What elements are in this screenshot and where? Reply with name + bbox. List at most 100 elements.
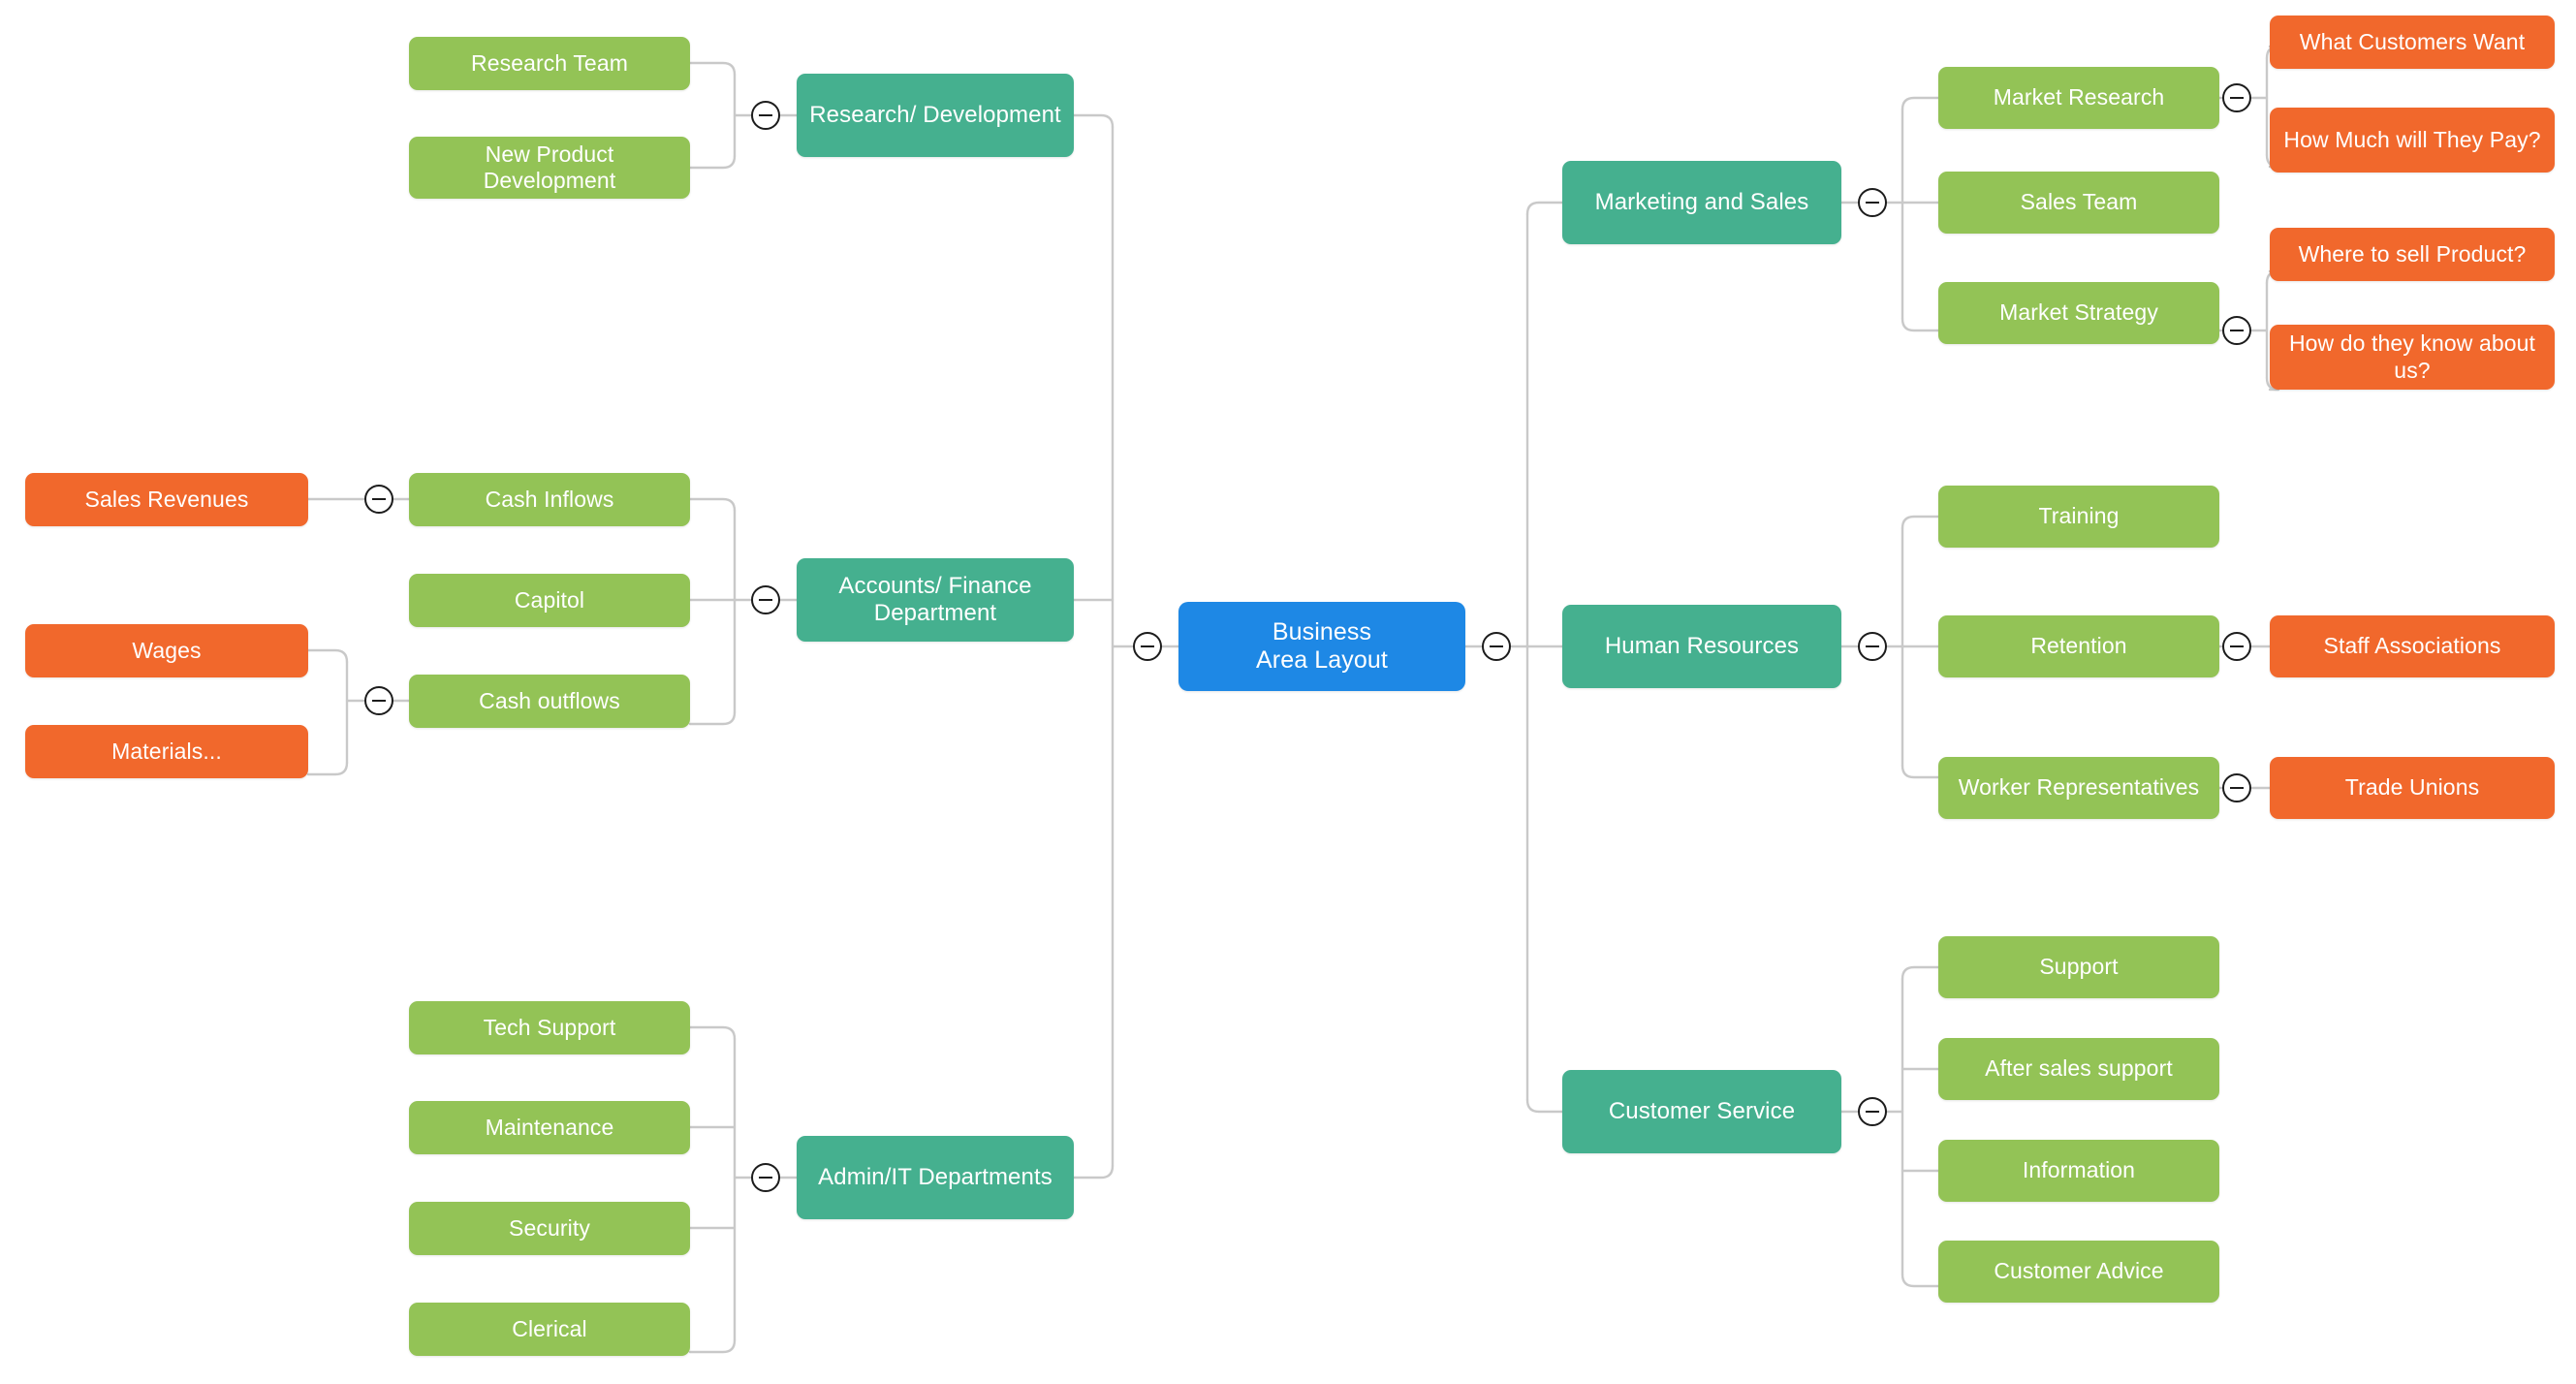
- leaf-node-label: Where to sell Product?: [2298, 240, 2527, 267]
- branch-node-label: Marketing and Sales: [1594, 188, 1809, 215]
- branch-node-label: Accounts/ Finance Department: [838, 572, 1032, 626]
- leaf-node-label: Trade Unions: [2344, 774, 2480, 801]
- sub-node-information[interactable]: Information: [1938, 1140, 2219, 1202]
- sub-node-label: Training: [2038, 503, 2120, 529]
- leaf-node-staff-associations[interactable]: Staff Associations: [2270, 615, 2555, 677]
- wire-spine-to-admin: [1072, 1164, 1115, 1180]
- wire-spine-to-research: [1072, 113, 1115, 129]
- sub-node-tech-support[interactable]: Tech Support: [409, 1001, 690, 1054]
- sub-node-retention[interactable]: Retention: [1938, 615, 2219, 677]
- leaf-node-materials[interactable]: Materials...: [25, 725, 308, 778]
- sub-node-label: After sales support: [1985, 1055, 2173, 1082]
- wire-outflows-to-materials: [306, 761, 349, 776]
- collapse-toggle-market-research[interactable]: [2222, 83, 2251, 112]
- wire-rd-to-new-product: [688, 154, 737, 170]
- wire-cs-to-customer-advice: [1901, 1273, 1940, 1288]
- branch-node-label: Admin/IT Departments: [818, 1163, 1052, 1190]
- collapse-toggle-cash-inflows[interactable]: [364, 485, 393, 514]
- leaf-node-trade-unions[interactable]: Trade Unions: [2270, 757, 2555, 819]
- leaf-node-label: Materials...: [111, 738, 222, 764]
- sub-node-label: Market Research: [1993, 84, 2165, 110]
- sub-node-market-strategy[interactable]: Market Strategy: [1938, 282, 2219, 344]
- wire-admin-to-tech-support: [688, 1025, 737, 1041]
- collapse-toggle-worker-representatives[interactable]: [2222, 773, 2251, 802]
- wire-af-to-cash-inflows: [688, 497, 737, 513]
- sub-node-label: Maintenance: [485, 1114, 614, 1140]
- branch-node-research-development[interactable]: Research/ Development: [797, 74, 1074, 157]
- branch-node-label: Human Resources: [1604, 632, 1800, 659]
- collapse-toggle-marketing-and-sales[interactable]: [1858, 188, 1887, 217]
- collapse-toggle-root-right[interactable]: [1482, 632, 1511, 661]
- sub-node-customer-advice[interactable]: Customer Advice: [1938, 1241, 2219, 1303]
- sub-node-label: Sales Team: [2020, 189, 2138, 215]
- sub-node-support[interactable]: Support: [1938, 936, 2219, 998]
- collapse-toggle-cash-outflows[interactable]: [364, 686, 393, 715]
- wire-cs-to-support: [1901, 965, 1940, 981]
- sub-node-after-sales-support[interactable]: After sales support: [1938, 1038, 2219, 1100]
- wire-ms-to-market-research: [1901, 96, 1940, 111]
- wire-rd-to-research-team: [688, 61, 737, 77]
- leaf-node-label: How do they know about us?: [2288, 330, 2536, 383]
- sub-node-label: Customer Advice: [1994, 1258, 2164, 1284]
- sub-node-label: Information: [2022, 1157, 2136, 1183]
- collapse-toggle-admin-it[interactable]: [751, 1163, 780, 1192]
- leaf-node-how-do-they-know-about-us[interactable]: How do they know about us?: [2270, 325, 2555, 390]
- branch-node-customer-service[interactable]: Customer Service: [1562, 1070, 1841, 1153]
- sub-node-cash-outflows[interactable]: Cash outflows: [409, 675, 690, 728]
- leaf-node-sales-revenues[interactable]: Sales Revenues: [25, 473, 308, 526]
- sub-node-label: Security: [509, 1214, 590, 1241]
- branch-node-marketing-and-sales[interactable]: Marketing and Sales: [1562, 161, 1841, 244]
- collapse-toggle-customer-service[interactable]: [1858, 1097, 1887, 1126]
- leaf-node-label: Staff Associations: [2323, 633, 2501, 659]
- sub-node-research-team[interactable]: Research Team: [409, 37, 690, 90]
- collapse-toggle-human-resources[interactable]: [1858, 632, 1887, 661]
- sub-node-market-research[interactable]: Market Research: [1938, 67, 2219, 129]
- wire-ms-to-market-strategy: [1901, 317, 1940, 332]
- sub-node-label: Tech Support: [483, 1014, 616, 1040]
- root-node-label-line1: Business: [1272, 617, 1372, 645]
- wire-spine-to-marketing: [1525, 201, 1564, 216]
- sub-node-cash-inflows[interactable]: Cash Inflows: [409, 473, 690, 526]
- branch-node-label: Customer Service: [1608, 1097, 1796, 1124]
- wire-hr-to-worker-reps: [1901, 764, 1940, 779]
- branch-node-accounts-finance-department[interactable]: Accounts/ Finance Department: [797, 558, 1074, 642]
- collapse-toggle-root-left[interactable]: [1133, 632, 1162, 661]
- leaf-node-where-to-sell-product[interactable]: Where to sell Product?: [2270, 228, 2555, 281]
- branch-node-admin-it-departments[interactable]: Admin/IT Departments: [797, 1136, 1074, 1219]
- collapse-toggle-accounts-finance[interactable]: [751, 585, 780, 614]
- leaf-node-how-much-will-they-pay[interactable]: How Much will They Pay?: [2270, 108, 2555, 173]
- sub-node-label: Capitol: [514, 586, 585, 613]
- sub-node-label: Cash outflows: [479, 687, 620, 713]
- leaf-node-what-customers-want[interactable]: What Customers Want: [2270, 16, 2555, 69]
- sub-node-label: Research Team: [471, 49, 628, 76]
- root-node-label-line2: Area Layout: [1256, 646, 1388, 674]
- collapse-toggle-market-strategy[interactable]: [2222, 316, 2251, 345]
- collapse-toggle-research-development[interactable]: [751, 101, 780, 130]
- sub-node-label: Cash Inflows: [485, 486, 614, 512]
- mindmap-canvas: Business Area Layout Research/ Developme…: [0, 0, 2576, 1384]
- leaf-node-wages[interactable]: Wages: [25, 624, 308, 677]
- sub-node-security[interactable]: Security: [409, 1202, 690, 1255]
- wire-af-to-cash-outflows: [688, 710, 737, 726]
- root-node-label: Business Area Layout: [1190, 618, 1454, 676]
- sub-node-label: Support: [2039, 954, 2119, 980]
- sub-node-label: Clerical: [512, 1315, 587, 1341]
- sub-node-training[interactable]: Training: [1938, 486, 2219, 548]
- collapse-toggle-retention[interactable]: [2222, 632, 2251, 661]
- sub-node-sales-team[interactable]: Sales Team: [1938, 172, 2219, 234]
- sub-node-new-product-development[interactable]: New Product Development: [409, 137, 690, 199]
- sub-node-worker-representatives[interactable]: Worker Representatives: [1938, 757, 2219, 819]
- sub-node-label: Market Strategy: [1999, 299, 2158, 326]
- sub-node-label: New Product Development: [483, 141, 616, 193]
- sub-node-clerical[interactable]: Clerical: [409, 1303, 690, 1356]
- branch-node-human-resources[interactable]: Human Resources: [1562, 605, 1841, 688]
- wire-hr-to-training: [1901, 515, 1940, 530]
- sub-node-label: Retention: [2030, 633, 2127, 659]
- leaf-node-label: Wages: [132, 637, 202, 663]
- root-node-business-area-layout[interactable]: Business Area Layout: [1178, 602, 1465, 691]
- sub-node-capitol[interactable]: Capitol: [409, 574, 690, 627]
- wire-outflows-to-wages: [306, 648, 349, 664]
- sub-node-maintenance[interactable]: Maintenance: [409, 1101, 690, 1154]
- leaf-node-label: How Much will They Pay?: [2283, 126, 2541, 152]
- leaf-node-label: What Customers Want: [2299, 28, 2526, 54]
